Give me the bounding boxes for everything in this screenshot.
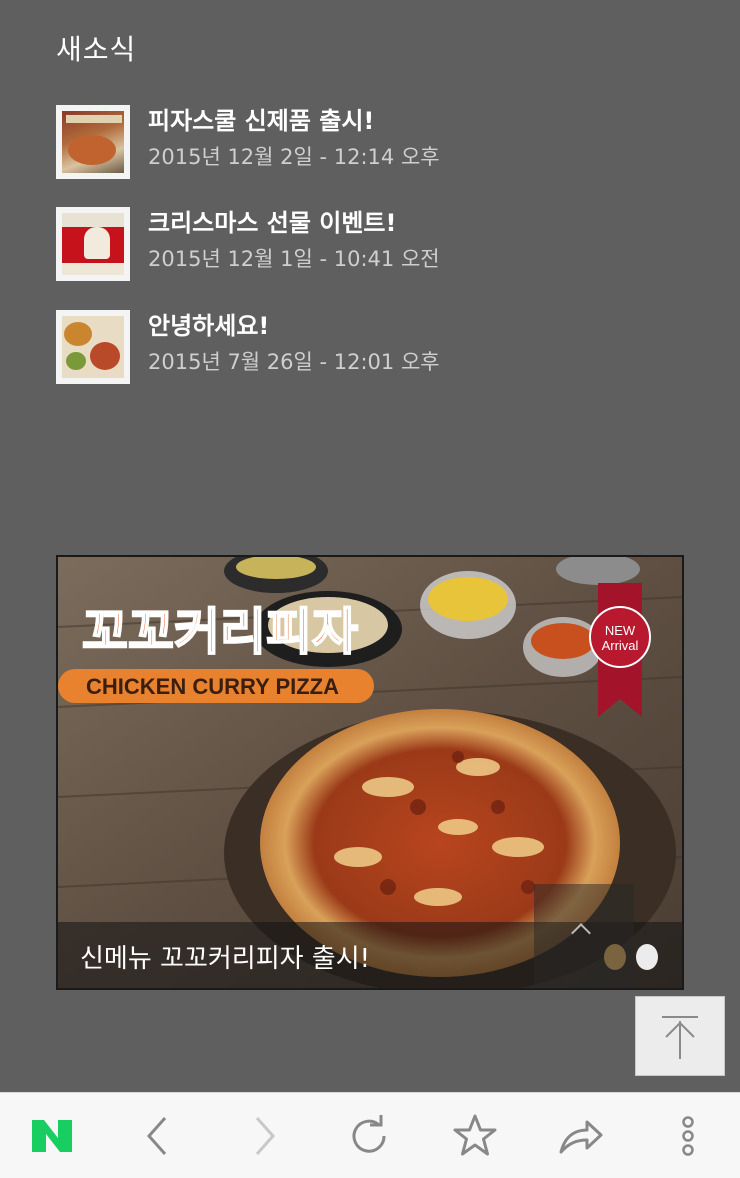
naver-logo-icon (32, 1119, 72, 1152)
news-thumbnail (56, 105, 130, 179)
slide-indicator-1[interactable] (604, 944, 626, 970)
bookmark-button[interactable] (425, 1093, 525, 1178)
news-item-1[interactable]: 피자스쿨 신제품 출시! 2015년 12월 2일 - 12:14 오후 (56, 105, 696, 181)
caption-toggle[interactable] (534, 884, 634, 988)
news-thumbnail (56, 310, 130, 384)
share-icon (559, 1120, 603, 1153)
banner-title-en: CHICKEN CURRY PIZZA (86, 674, 339, 699)
refresh-button[interactable] (319, 1093, 419, 1178)
arrow-up-to-top-icon (662, 1016, 698, 1059)
news-date: 2015년 12월 2일 - 12:14 오후 (148, 145, 440, 169)
section-title: 새소식 (56, 33, 137, 66)
promo-banner[interactable]: NEW Arrival 꼬꼬커리피자 CHICKEN CURRY PIZZA 신… (56, 555, 684, 990)
scroll-to-top-button[interactable] (635, 996, 725, 1076)
back-icon (146, 1116, 167, 1155)
news-item-2[interactable]: 크리스마스 선물 이벤트! 2015년 12월 1일 - 10:41 오전 (56, 207, 696, 283)
news-item-3[interactable]: 안녕하세요! 2015년 7월 26일 - 12:01 오후 (56, 310, 696, 386)
banner-caption: 신메뉴 꼬꼬커리피자 출시! (80, 944, 371, 974)
banner-title-ko: 꼬꼬커리피자 (82, 603, 358, 661)
chevron-up-icon (571, 923, 591, 943)
ribbon-arrival-text: Arrival (602, 638, 639, 653)
ribbon-new-text: NEW (605, 623, 636, 638)
naver-home-button[interactable] (2, 1093, 102, 1178)
slide-indicator-2[interactable] (636, 944, 658, 970)
news-thumbnail (56, 207, 130, 281)
news-date: 2015년 12월 1일 - 10:41 오전 (148, 247, 440, 271)
news-date: 2015년 7월 26일 - 12:01 오후 (148, 350, 440, 374)
news-title: 안녕하세요! (148, 312, 270, 340)
browser-toolbar (0, 1092, 740, 1178)
news-title: 피자스쿨 신제품 출시! (148, 107, 375, 135)
refresh-icon (352, 1114, 386, 1153)
forward-button[interactable] (214, 1093, 314, 1178)
more-icon (682, 1115, 694, 1156)
back-button[interactable] (108, 1093, 208, 1178)
share-button[interactable] (531, 1093, 631, 1178)
more-button[interactable] (638, 1093, 738, 1178)
news-title: 크리스마스 선물 이벤트! (148, 209, 397, 237)
bookmark-star-icon (453, 1114, 497, 1155)
forward-icon (255, 1116, 276, 1155)
